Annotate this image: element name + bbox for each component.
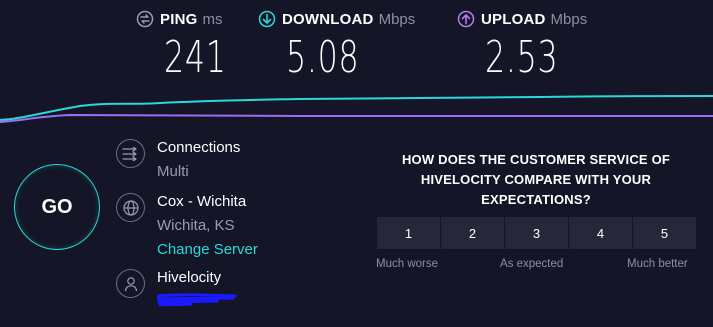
rating-3-button[interactable]: 3	[505, 217, 568, 249]
download-metric: DOWNLOAD Mbps 5.08	[258, 8, 416, 83]
survey-question: HOW DOES THE CUSTOMER SERVICE OF HIVELOC…	[401, 152, 671, 207]
ping-value: 241	[164, 32, 227, 83]
isp-name: Hivelocity	[157, 269, 222, 286]
upload-unit: Mbps	[550, 10, 588, 28]
connections-value[interactable]: Multi	[157, 163, 189, 180]
upload-value: 2.53	[485, 32, 559, 83]
speed-graph	[0, 95, 713, 123]
ping-icon	[136, 10, 154, 28]
redaction-scribble	[157, 293, 237, 307]
connections-title: Connections	[157, 139, 241, 156]
scale-low-label: Much worse	[376, 258, 438, 270]
download-label: DOWNLOAD	[282, 10, 374, 28]
rating-5-button[interactable]: 5	[633, 217, 696, 249]
user-icon	[116, 269, 145, 298]
scale-high-label: Much better	[627, 258, 688, 270]
globe-icon	[116, 193, 145, 222]
download-unit: Mbps	[378, 10, 416, 28]
connections-icon[interactable]	[116, 139, 145, 168]
rating-1-button[interactable]: 1	[377, 217, 440, 249]
rating-4-button[interactable]: 4	[569, 217, 632, 249]
ping-label: PING	[160, 10, 198, 28]
go-button[interactable]: GO	[14, 164, 100, 250]
change-server-link[interactable]: Change Server	[157, 241, 258, 258]
upload-graph-line	[0, 113, 713, 123]
scale-mid-label: As expected	[500, 258, 564, 270]
server-name: Cox - Wichita	[157, 193, 247, 210]
upload-icon	[457, 10, 475, 28]
ping-metric: PING ms 241	[136, 8, 226, 83]
upload-metric: UPLOAD Mbps 2.53	[457, 8, 588, 83]
download-icon	[258, 10, 276, 28]
server-location: Wichita, KS	[157, 217, 235, 234]
rating-2-button[interactable]: 2	[441, 217, 504, 249]
ping-unit: ms	[202, 10, 223, 28]
upload-label: UPLOAD	[481, 10, 546, 28]
download-value: 5.08	[286, 32, 360, 83]
rating-scale: 1 2 3 4 5	[377, 217, 696, 249]
